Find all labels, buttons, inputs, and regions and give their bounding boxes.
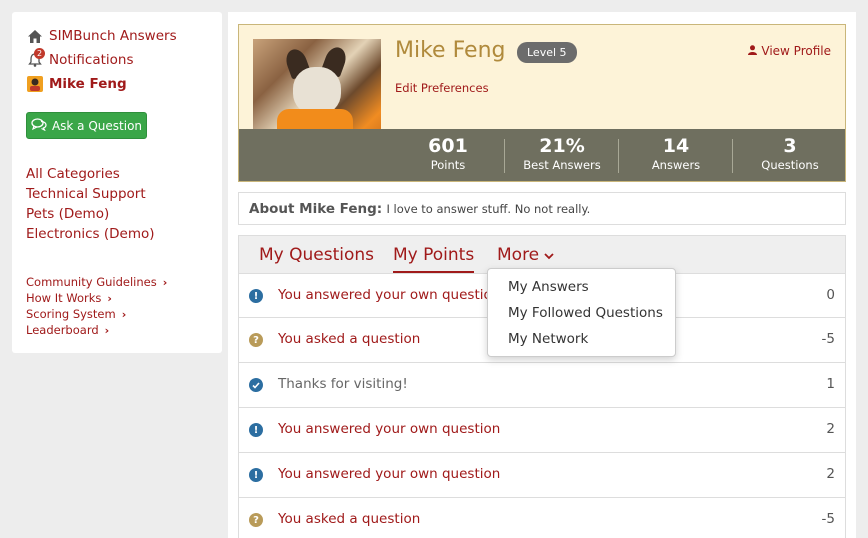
how-it-works-label: How It Works <box>26 291 102 305</box>
edit-preferences-link[interactable]: Edit Preferences <box>395 81 489 95</box>
level-badge: Level 5 <box>517 42 577 63</box>
exclamation-icon: ! <box>249 289 263 303</box>
question-icon: ? <box>249 513 263 527</box>
community-guidelines-label: Community Guidelines <box>26 275 157 289</box>
user-icon <box>748 44 758 58</box>
exclamation-icon: ! <box>249 468 263 482</box>
stat-label: Questions <box>761 158 819 172</box>
stats-bar: 601 Points 21% Best Answers 14 Answers 3… <box>239 129 845 181</box>
ask-question-label: Ask a Question <box>51 118 143 133</box>
stat-label: Points <box>430 158 466 172</box>
list-item-text: Thanks for visiting! <box>278 376 408 392</box>
notification-count-badge: 2 <box>34 48 45 59</box>
stat-value: 14 <box>662 135 690 157</box>
list-item-text: You asked a question <box>278 331 421 347</box>
ask-question-button[interactable]: Ask a Question <box>26 112 147 139</box>
community-guidelines-link[interactable]: Community Guidelines › <box>26 275 167 289</box>
menu-item-my-network[interactable]: My Network <box>508 331 588 347</box>
bell-icon: 2 <box>26 48 45 69</box>
view-profile-link[interactable]: View Profile <box>748 44 831 58</box>
leaderboard-link[interactable]: Leaderboard › <box>26 323 109 337</box>
list-item[interactable]: ? You asked a question -5 <box>238 498 846 538</box>
more-dropdown-menu: My Answers My Followed Questions My Netw… <box>487 268 676 357</box>
list-item-text: You asked a question <box>278 511 421 527</box>
home-link[interactable]: SIMBunch Answers <box>26 27 177 45</box>
exclamation-icon: ! <box>249 423 263 437</box>
chevron-down-icon <box>544 245 554 265</box>
category-pets[interactable]: Pets (Demo) <box>26 206 109 222</box>
chevron-right-icon: › <box>162 275 168 289</box>
check-icon <box>249 378 263 392</box>
tab-my-points[interactable]: My Points <box>393 245 475 273</box>
list-item[interactable]: ! You answered your own question 2 <box>238 408 846 453</box>
list-item-value: -5 <box>821 511 835 527</box>
list-item-text: You answered your own question <box>278 287 501 303</box>
user-link[interactable]: Mike Feng <box>26 75 127 93</box>
scoring-system-link[interactable]: Scoring System › <box>26 307 126 321</box>
tab-more-label: More <box>497 245 540 265</box>
list-item[interactable]: ! You answered your own question 2 <box>238 453 846 498</box>
menu-item-my-followed-questions[interactable]: My Followed Questions <box>508 305 663 321</box>
site-name: SIMBunch Answers <box>49 28 177 44</box>
list-item-value: 1 <box>826 376 835 392</box>
stat-best-answers: 21% Best Answers <box>505 129 619 181</box>
question-icon: ? <box>249 333 263 347</box>
chevron-right-icon: › <box>107 291 112 305</box>
user-avatar-icon <box>26 75 44 93</box>
profile-card: Mike Feng Level 5 View Profile Edit Pref… <box>238 24 846 182</box>
leaderboard-label: Leaderboard <box>26 323 99 337</box>
scoring-system-label: Scoring System <box>26 307 116 321</box>
stat-value: 21% <box>539 135 585 157</box>
category-technical-support[interactable]: Technical Support <box>26 186 146 202</box>
notifications-label: Notifications <box>49 52 134 68</box>
notifications-link[interactable]: 2 Notifications <box>26 48 134 69</box>
list-item-value: 2 <box>826 421 835 437</box>
menu-item-my-answers[interactable]: My Answers <box>508 279 589 295</box>
chevron-right-icon: › <box>121 307 127 321</box>
stat-points: 601 Points <box>391 129 505 181</box>
about-label: About Mike Feng: <box>249 201 383 217</box>
stat-value: 3 <box>783 135 797 157</box>
stat-label: Best Answers <box>523 158 601 172</box>
stat-value: 601 <box>428 135 468 157</box>
about-section: About Mike Feng: I love to answer stuff.… <box>238 192 846 225</box>
about-text: I love to answer stuff. No not really. <box>386 202 591 216</box>
list-item[interactable]: Thanks for visiting! 1 <box>238 363 846 408</box>
chat-icon <box>31 117 47 134</box>
sidebar: SIMBunch Answers 2 Notifications Mike Fe… <box>12 12 222 353</box>
list-item-value: 2 <box>826 466 835 482</box>
stat-questions: 3 Questions <box>733 129 847 181</box>
category-electronics[interactable]: Electronics (Demo) <box>26 226 155 242</box>
tab-my-questions[interactable]: My Questions <box>259 245 374 271</box>
chevron-right-icon: › <box>104 323 110 337</box>
view-profile-label: View Profile <box>761 44 831 58</box>
list-item-text: You answered your own question <box>278 421 501 437</box>
stat-answers: 14 Answers <box>619 129 733 181</box>
home-icon <box>26 27 44 45</box>
stat-label: Answers <box>651 158 701 172</box>
user-name: Mike Feng <box>49 76 127 92</box>
category-all[interactable]: All Categories <box>26 166 120 182</box>
how-it-works-link[interactable]: How It Works › <box>26 291 112 305</box>
list-item-text: You answered your own question <box>278 466 501 482</box>
list-item-value: -5 <box>821 331 835 347</box>
profile-name: Mike Feng <box>395 38 506 63</box>
list-item-value: 0 <box>826 287 835 303</box>
